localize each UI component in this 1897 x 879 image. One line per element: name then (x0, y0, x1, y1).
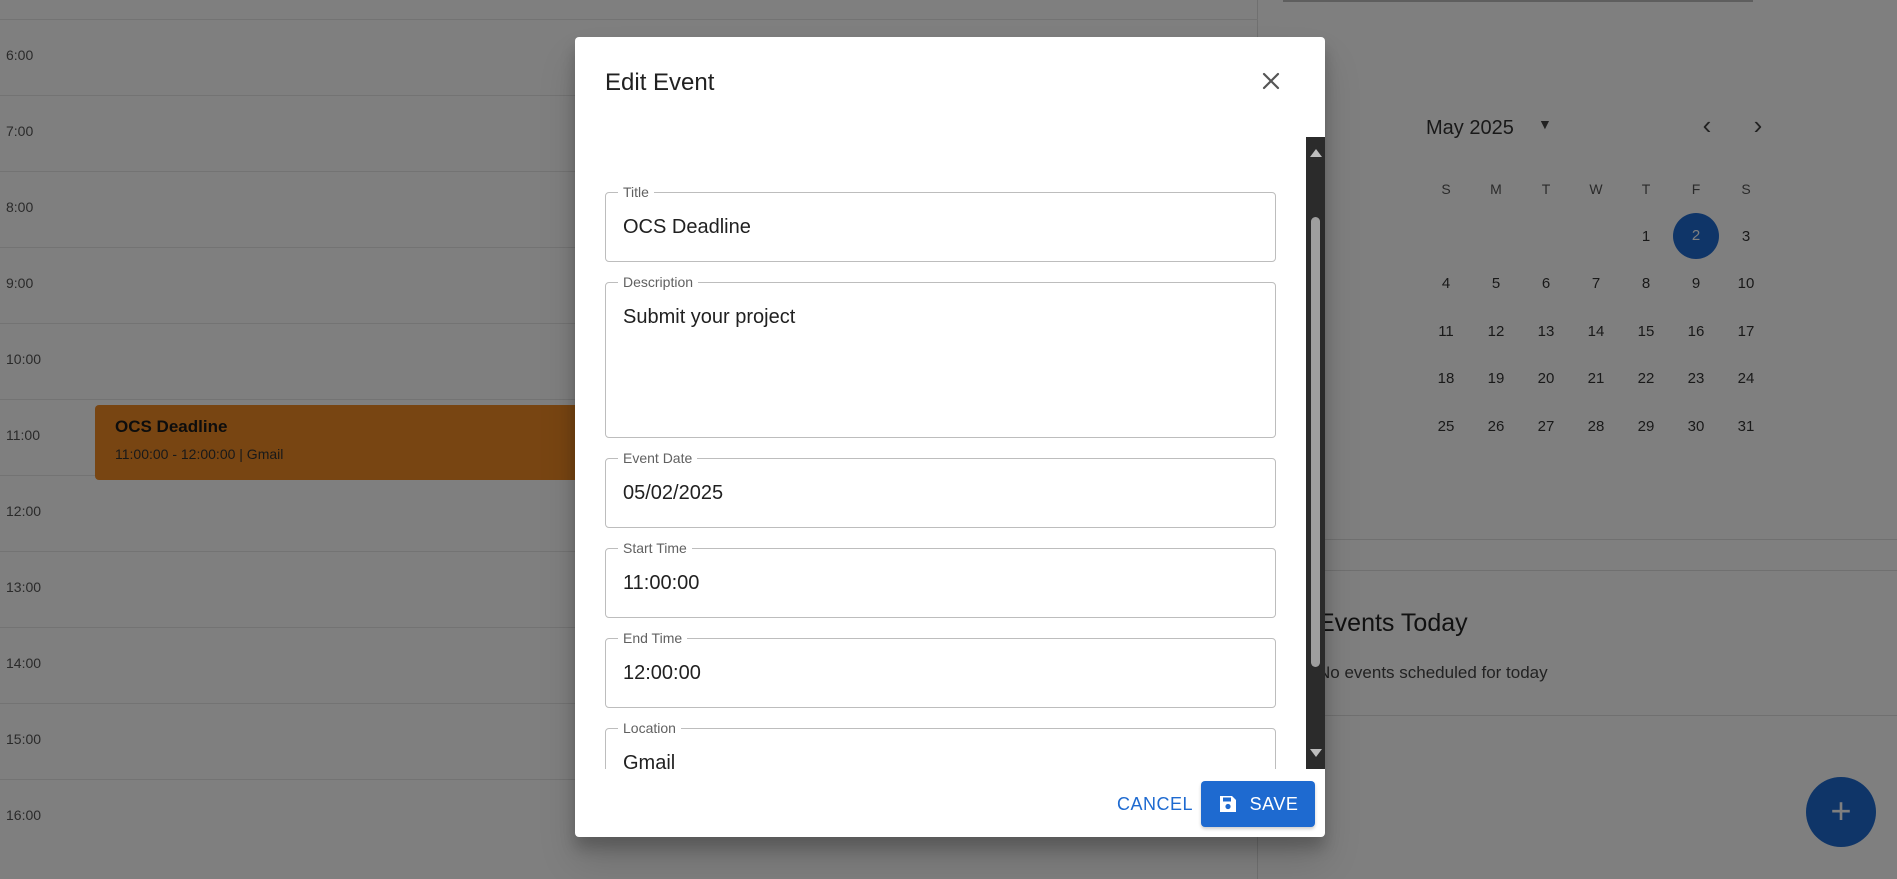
edit-event-dialog: Edit Event Title Description Submit your… (575, 37, 1325, 837)
save-icon (1219, 796, 1236, 812)
description-field[interactable]: Description Submit your project (605, 273, 1276, 438)
description-field-label: Description (618, 273, 699, 291)
close-icon (1262, 72, 1280, 90)
close-button[interactable] (1255, 65, 1287, 97)
save-button-label: SAVE (1249, 793, 1299, 814)
dialog-form: Title Description Submit your project Ev… (575, 137, 1325, 769)
start-time-field[interactable]: Start Time (605, 539, 1276, 618)
cancel-button[interactable]: CANCEL (1107, 781, 1203, 827)
end-time-field-label: End Time (618, 629, 688, 647)
location-field-label: Location (618, 719, 681, 737)
save-button[interactable]: SAVE (1201, 781, 1315, 827)
event-date-field[interactable]: Event Date (605, 449, 1276, 528)
title-field[interactable]: Title (605, 183, 1276, 262)
dialog-title: Edit Event (605, 69, 715, 96)
event-date-input[interactable] (623, 482, 1253, 505)
location-field[interactable]: Location (605, 719, 1276, 769)
dialog-actions: CANCEL SAVE (575, 781, 1325, 829)
location-input[interactable] (623, 752, 1253, 769)
end-time-field[interactable]: End Time (605, 629, 1276, 708)
event-date-field-label: Event Date (618, 449, 698, 467)
title-input[interactable] (623, 216, 1253, 239)
scroll-up-arrow-icon[interactable] (1310, 149, 1322, 157)
scrollbar-thumb[interactable] (1311, 217, 1320, 667)
scroll-down-arrow-icon[interactable] (1310, 749, 1322, 757)
start-time-field-label: Start Time (618, 539, 692, 557)
title-field-label: Title (618, 183, 654, 201)
dialog-scrollbar[interactable] (1306, 137, 1325, 769)
start-time-input[interactable] (623, 572, 1253, 595)
description-textarea[interactable]: Submit your project (623, 306, 1253, 329)
end-time-input[interactable] (623, 662, 1253, 685)
